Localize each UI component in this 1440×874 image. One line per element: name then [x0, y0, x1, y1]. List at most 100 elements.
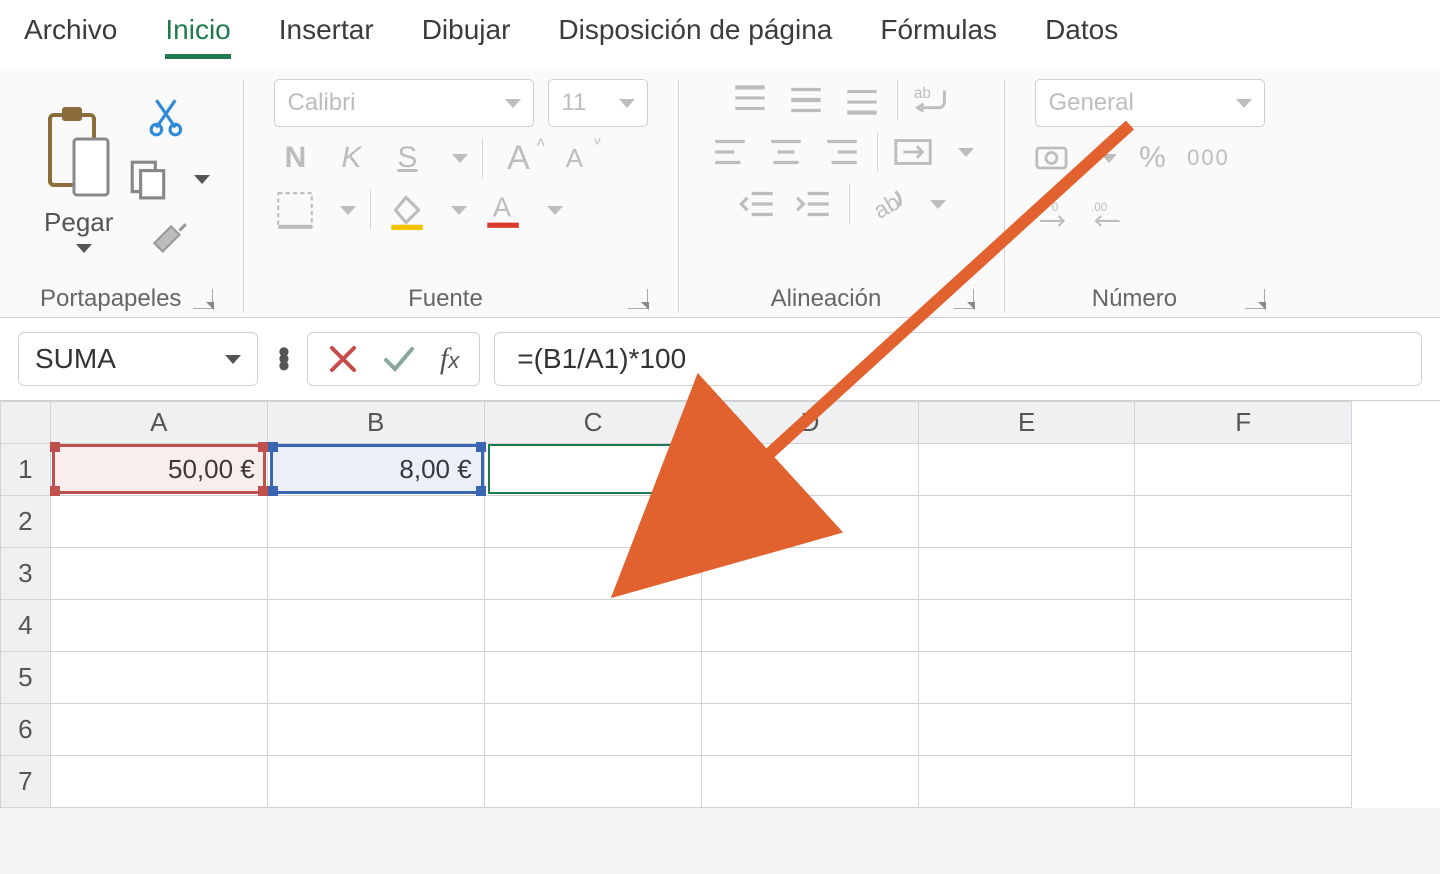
- decrease-font-button[interactable]: A˅: [553, 137, 595, 179]
- cell[interactable]: [1135, 652, 1352, 704]
- cell[interactable]: [484, 652, 702, 704]
- cell[interactable]: [1135, 548, 1352, 600]
- row-header-1[interactable]: 1: [1, 444, 51, 496]
- cell[interactable]: [702, 756, 919, 808]
- cell[interactable]: [50, 652, 267, 704]
- cell[interactable]: [702, 548, 919, 600]
- tab-home[interactable]: Inicio: [165, 14, 230, 59]
- bold-button[interactable]: N: [274, 137, 316, 179]
- col-header-c[interactable]: C: [484, 402, 702, 444]
- italic-button[interactable]: K: [330, 137, 372, 179]
- tab-formulas[interactable]: Fórmulas: [880, 14, 997, 59]
- tab-file[interactable]: Archivo: [24, 14, 117, 59]
- font-size-dropdown[interactable]: 11: [548, 79, 648, 127]
- row-header-4[interactable]: 4: [1, 600, 51, 652]
- tab-page-layout[interactable]: Disposición de página: [558, 14, 832, 59]
- cell[interactable]: [918, 600, 1135, 652]
- percent-style-button[interactable]: %: [1131, 137, 1173, 179]
- cell[interactable]: [918, 652, 1135, 704]
- increase-decimal-button[interactable]: .00: [1035, 189, 1077, 231]
- formula-input[interactable]: =(B1/A1)*100: [494, 332, 1422, 386]
- merge-center-button[interactable]: [892, 131, 934, 173]
- cell[interactable]: [484, 548, 702, 600]
- cell[interactable]: [702, 496, 919, 548]
- comma-style-button[interactable]: 000: [1187, 137, 1229, 179]
- row-header-3[interactable]: 3: [1, 548, 51, 600]
- cell-f1[interactable]: [1135, 444, 1352, 496]
- align-left-button[interactable]: [709, 131, 751, 173]
- align-center-button[interactable]: [765, 131, 807, 173]
- tab-data[interactable]: Datos: [1045, 14, 1118, 59]
- row-header-7[interactable]: 7: [1, 756, 51, 808]
- cell[interactable]: [702, 652, 919, 704]
- align-bottom-button[interactable]: [841, 79, 883, 121]
- increase-indent-button[interactable]: [793, 183, 835, 225]
- cell[interactable]: [484, 704, 702, 756]
- number-format-dropdown[interactable]: General: [1035, 79, 1265, 127]
- cell[interactable]: [484, 496, 702, 548]
- cell[interactable]: [702, 704, 919, 756]
- borders-button[interactable]: [274, 189, 316, 231]
- decrease-decimal-button[interactable]: .00: [1091, 189, 1133, 231]
- row-header-6[interactable]: 6: [1, 704, 51, 756]
- cell[interactable]: [918, 496, 1135, 548]
- cell[interactable]: [267, 600, 484, 652]
- select-all-corner[interactable]: [1, 402, 51, 444]
- cell[interactable]: [267, 756, 484, 808]
- dialog-launcher-number[interactable]: [1245, 289, 1265, 309]
- cell[interactable]: [50, 600, 267, 652]
- dialog-launcher-clipboard[interactable]: [193, 289, 213, 309]
- cell[interactable]: [267, 496, 484, 548]
- col-header-a[interactable]: A: [50, 402, 267, 444]
- cell[interactable]: [50, 548, 267, 600]
- confirm-formula-icon[interactable]: [382, 344, 416, 374]
- cell-b1[interactable]: 8,00 €: [267, 444, 484, 496]
- cell[interactable]: [50, 756, 267, 808]
- cell-e1[interactable]: [918, 444, 1135, 496]
- font-color-button[interactable]: A: [481, 189, 523, 231]
- align-top-button[interactable]: [729, 79, 771, 121]
- font-name-dropdown[interactable]: Calibri: [274, 79, 534, 127]
- cut-button[interactable]: [148, 96, 190, 138]
- fill-color-button[interactable]: [385, 189, 427, 231]
- col-header-e[interactable]: E: [918, 402, 1135, 444]
- cell[interactable]: [267, 652, 484, 704]
- cell[interactable]: [918, 756, 1135, 808]
- cell[interactable]: [1135, 756, 1352, 808]
- insert-function-icon[interactable]: fx: [440, 342, 459, 376]
- cell-d1[interactable]: [702, 444, 919, 496]
- align-middle-button[interactable]: [785, 79, 827, 121]
- cell[interactable]: [918, 548, 1135, 600]
- spreadsheet-grid[interactable]: A B C D E F 1 50,00 € 8,00 € =(B1/A1)*10…: [0, 401, 1440, 808]
- cell[interactable]: [1135, 600, 1352, 652]
- increase-font-button[interactable]: A˄: [497, 137, 539, 179]
- accounting-format-button[interactable]: [1035, 137, 1077, 179]
- paste-button[interactable]: Pegar: [44, 105, 114, 253]
- formula-bar-expand[interactable]: •••: [272, 349, 293, 370]
- cell[interactable]: [484, 756, 702, 808]
- align-right-button[interactable]: [821, 131, 863, 173]
- row-header-2[interactable]: 2: [1, 496, 51, 548]
- copy-button[interactable]: [128, 158, 210, 200]
- wrap-text-button[interactable]: ab: [912, 79, 954, 121]
- cell[interactable]: [918, 704, 1135, 756]
- cell[interactable]: [267, 704, 484, 756]
- col-header-d[interactable]: D: [702, 402, 919, 444]
- cell[interactable]: [1135, 496, 1352, 548]
- dialog-launcher-alignment[interactable]: [954, 289, 974, 309]
- col-header-f[interactable]: F: [1135, 402, 1352, 444]
- name-box[interactable]: SUMA: [18, 332, 258, 386]
- row-header-5[interactable]: 5: [1, 652, 51, 704]
- cell-a1[interactable]: 50,00 €: [50, 444, 267, 496]
- tab-insert[interactable]: Insertar: [279, 14, 374, 59]
- cell[interactable]: [1135, 704, 1352, 756]
- orientation-button[interactable]: ab: [864, 183, 906, 225]
- dialog-launcher-font[interactable]: [628, 289, 648, 309]
- format-painter-button[interactable]: [148, 220, 190, 262]
- cell[interactable]: [267, 548, 484, 600]
- cell[interactable]: [484, 600, 702, 652]
- cell[interactable]: [702, 600, 919, 652]
- cell-c1[interactable]: =(B1/A1)*100: [484, 444, 702, 496]
- underline-button[interactable]: S: [386, 137, 428, 179]
- decrease-indent-button[interactable]: [737, 183, 779, 225]
